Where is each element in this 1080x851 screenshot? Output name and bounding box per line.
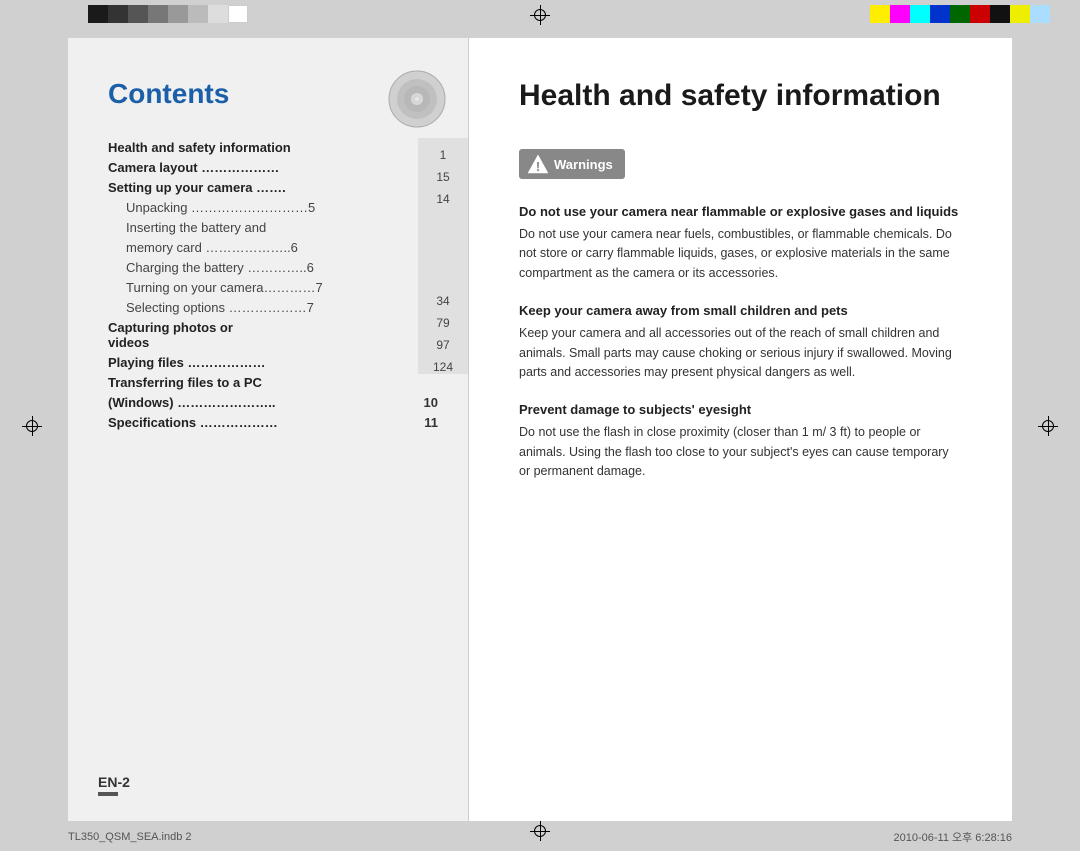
- toc-row-11b: (Windows) ………………….. 10: [108, 395, 438, 410]
- hs-section-text-children: Keep your camera and all accessories out…: [519, 324, 962, 382]
- toc-row-4: Unpacking ………………………5: [108, 200, 438, 215]
- right-col-num: 15: [436, 170, 449, 184]
- footer: TL350_QSM_SEA.indb 2 2010-06-11 오후 6:28:…: [68, 823, 1012, 851]
- toc-row-2: Camera layout ……………… 4: [108, 160, 438, 175]
- toc-row-3: Setting up your camera ……. 5: [108, 180, 438, 195]
- hs-section-text-eyesight: Do not use the flash in close proximity …: [519, 423, 962, 481]
- right-col-num: 14: [436, 192, 449, 206]
- footer-right: 2010-06-11 오후 6:28:16: [893, 829, 1012, 845]
- registration-mark-right: [1038, 416, 1058, 436]
- toc-label: Charging the battery …………..6: [108, 260, 438, 275]
- toc-row-10: Playing files ……………… 9: [108, 355, 438, 370]
- hs-title: Health and safety information: [519, 78, 962, 114]
- warning-badge: ! Warnings: [519, 149, 625, 179]
- toc-row-5: Inserting the battery and: [108, 220, 438, 235]
- registration-mark-top: [530, 5, 550, 25]
- toc-row-6: Charging the battery …………..6: [108, 260, 438, 275]
- right-col-num: 97: [436, 338, 449, 352]
- toc-right-column: 1 15 14 34 79 97 124: [418, 138, 468, 374]
- warning-icon: !: [527, 153, 549, 175]
- hs-section-title-eyesight: Prevent damage to subjects' eyesight: [519, 402, 962, 417]
- hs-section-children: Keep your camera away from small childre…: [519, 303, 962, 382]
- right-page: Health and safety information ! Warnings…: [469, 38, 1012, 821]
- toc-row-5b: memory card ………………..6: [108, 240, 438, 255]
- page-number-left: EN-2: [98, 774, 130, 796]
- toc-label: Playing files ………………: [108, 355, 420, 370]
- registration-mark-left: [22, 416, 42, 436]
- hs-section-eyesight: Prevent damage to subjects' eyesight Do …: [519, 402, 962, 481]
- left-page: Contents Health and safety information 2…: [68, 38, 468, 821]
- toc-row-12: Specifications ……………… 11: [108, 415, 438, 430]
- hs-section-title-flammable: Do not use your camera near flammable or…: [519, 204, 962, 219]
- toc-label: Setting up your camera …….: [108, 180, 420, 195]
- toc-page: 11: [420, 415, 438, 430]
- hs-section-flammable: Do not use your camera near flammable or…: [519, 204, 962, 283]
- right-col-num: 79: [436, 316, 449, 330]
- color-swatches-left: [88, 5, 248, 23]
- svg-text:!: !: [536, 159, 540, 174]
- right-col-num: 124: [433, 360, 453, 374]
- toc-label: Unpacking ………………………5: [108, 200, 438, 215]
- toc-label: Capturing photos or videos: [108, 320, 264, 350]
- warning-text: Warnings: [554, 157, 613, 172]
- toc-label: Specifications ………………: [108, 415, 420, 430]
- pages-container: Contents Health and safety information 2…: [68, 38, 1012, 821]
- footer-left: TL350_QSM_SEA.indb 2: [68, 831, 192, 843]
- toc-label: Health and safety information: [108, 140, 420, 155]
- disc-icon: [388, 70, 448, 130]
- toc-label: memory card ………………..6: [108, 240, 438, 255]
- toc-row-9: Capturing photos or videos 8: [108, 320, 438, 350]
- toc-row-11a: Transferring files to a PC: [108, 375, 438, 390]
- toc-label: Selecting options ………………7: [108, 300, 438, 315]
- toc-label: Camera layout ………………: [108, 160, 420, 175]
- hs-section-title-children: Keep your camera away from small childre…: [519, 303, 962, 318]
- toc-row-7: Turning on your camera…………7: [108, 280, 438, 295]
- page-number-bar: [98, 792, 118, 796]
- toc-label: Turning on your camera…………7: [108, 280, 438, 295]
- toc-label: (Windows) …………………..: [108, 395, 420, 410]
- toc-page: 10: [420, 395, 438, 410]
- toc-label: Transferring files to a PC: [108, 375, 438, 390]
- hs-section-text-flammable: Do not use your camera near fuels, combu…: [519, 225, 962, 283]
- toc-label: Inserting the battery and: [108, 220, 438, 235]
- toc-row-1: Health and safety information 2: [108, 140, 438, 155]
- right-col-num: 1: [440, 148, 447, 162]
- right-col-num: 34: [436, 294, 449, 308]
- color-swatches-right: [870, 5, 1050, 23]
- toc-table: Health and safety information 2 Camera l…: [108, 140, 438, 430]
- toc-row-8: Selecting options ………………7: [108, 300, 438, 315]
